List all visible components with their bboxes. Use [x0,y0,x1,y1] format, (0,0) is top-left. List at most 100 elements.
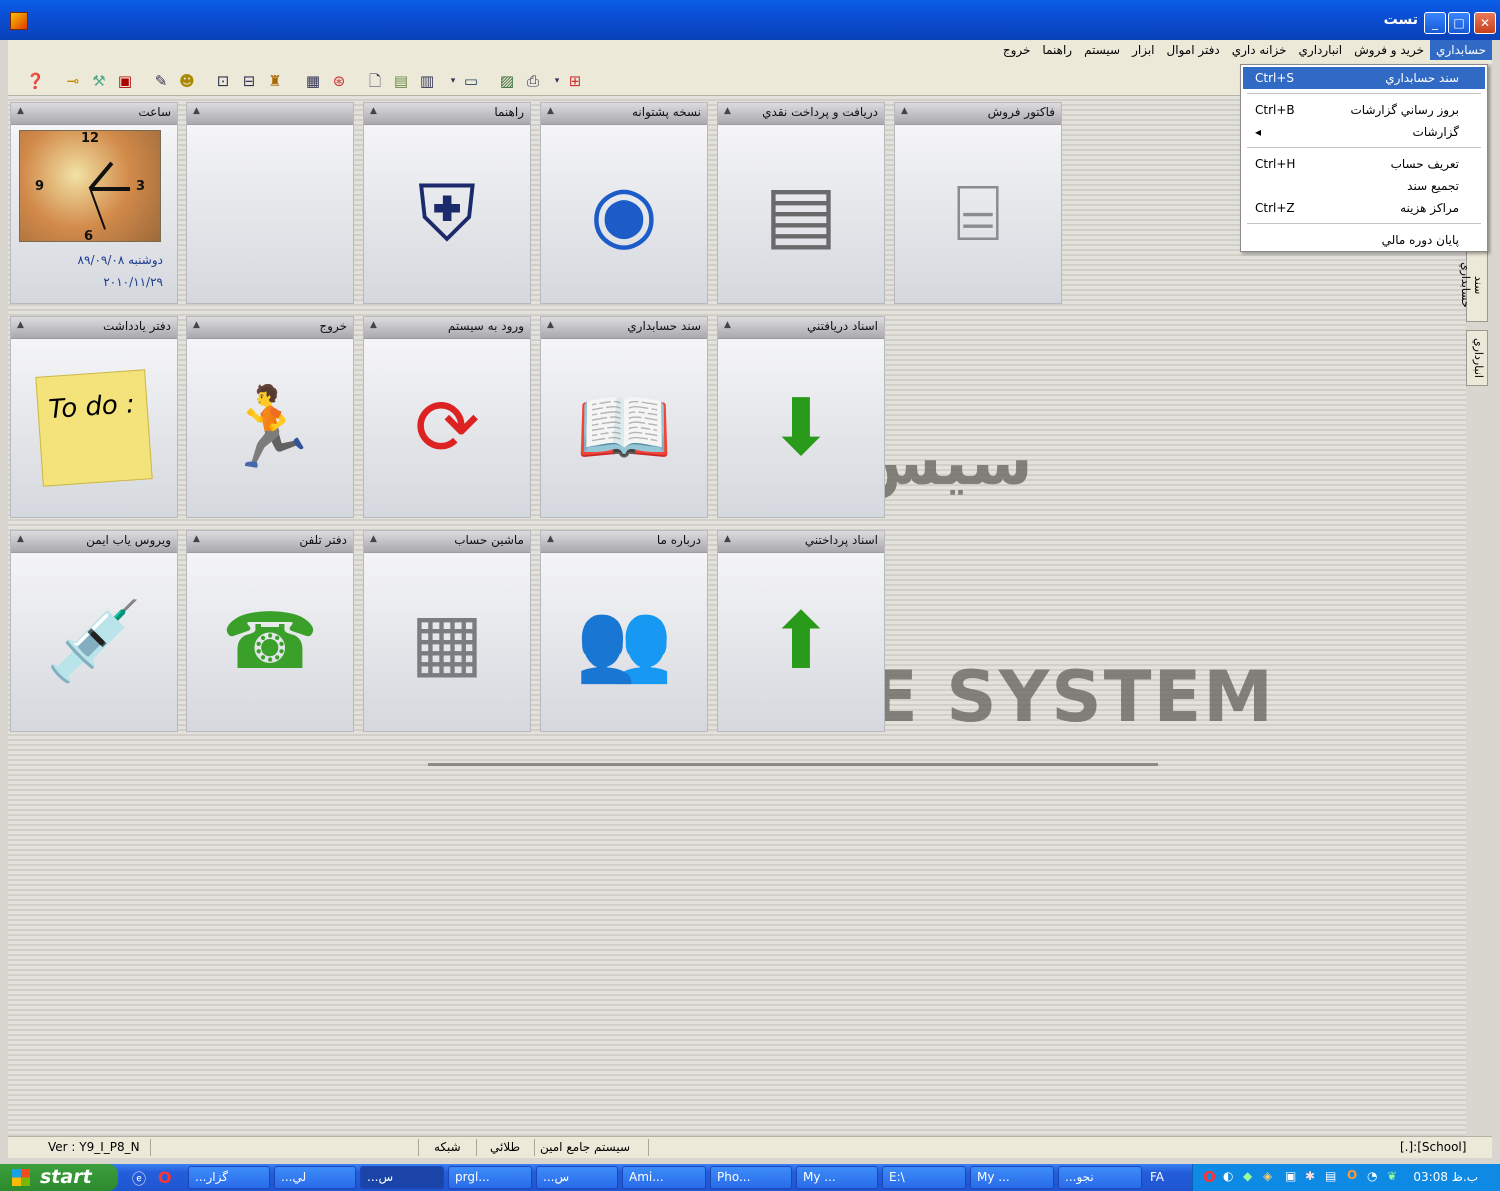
menu-item-reports[interactable]: گزارشات ◂ [1243,121,1485,143]
key-icon[interactable]: ⊸ [64,72,82,90]
next-icon[interactable]: ⊡ [214,72,232,90]
tile-empty[interactable]: ▲ [186,102,354,304]
menu-help[interactable]: راهنما [1036,40,1078,60]
collapse-icon[interactable]: ▲ [193,534,200,544]
tile-phonebook[interactable]: دفتر تلفن ▲ ☎ [186,530,354,732]
app-icon[interactable] [10,12,28,30]
menu-assets[interactable]: دفتر اموال [1161,40,1226,60]
side-tab-inventory[interactable]: انبارداري [1466,330,1488,386]
export-icon[interactable]: ▨ [498,72,516,90]
side-tab-voucher[interactable]: سند حسابداري [1459,248,1488,322]
tile-exit[interactable]: خروج ▲ 🏃 [186,316,354,518]
minimize-button[interactable]: _ [1424,12,1446,34]
lifebuoy-icon[interactable]: ⊛ [330,72,348,90]
taskbar-item[interactable]: My ... [796,1166,878,1189]
collapse-icon[interactable]: ▲ [724,320,731,330]
tile-clock[interactable]: ساعت ▲ 12 3 6 9 دوشنبه ۸۹/۰۹/۰۸ ۲۰۱۰/۱۱/۲… [10,102,178,304]
system-clock[interactable]: 03:08 ب.ظ [1413,1170,1478,1184]
menu-item-fiscal-year-end[interactable]: پايان دوره مالي [1243,229,1485,251]
taskbar-item[interactable]: ...س [360,1166,444,1189]
collapse-icon[interactable]: ▲ [17,320,24,330]
menu-item-define-account[interactable]: تعريف حساب Ctrl+H [1243,153,1485,175]
menu-tools[interactable]: ابزار [1126,40,1160,60]
edit-icon[interactable]: ✎ [152,72,170,90]
tile-login[interactable]: ورود به سيستم ▲ ⟳ [363,316,531,518]
tray-icon[interactable]: O [1347,1168,1357,1182]
menu-item-update-reports[interactable]: بروز رساني گزارشات Ctrl+B [1243,99,1485,121]
collapse-icon[interactable]: ▲ [17,106,24,116]
collapse-icon[interactable]: ▲ [193,320,200,330]
tray-icon[interactable]: ✱ [1305,1169,1315,1183]
taskbar-item[interactable]: Pho... [710,1166,792,1189]
collapse-icon[interactable]: ▲ [370,320,377,330]
collapse-icon[interactable]: ▲ [724,534,731,544]
tile-about[interactable]: درباره ما ▲ 👥 [540,530,708,732]
collapse-icon[interactable]: ▲ [370,106,377,116]
taskbar-item[interactable]: ...س [536,1166,618,1189]
tray-icon[interactable]: ▤ [1325,1169,1336,1183]
menu-item-cost-centers[interactable]: مراكز هزينه Ctrl+Z [1243,197,1485,219]
tile-help[interactable]: راهنما ▲ ⛨ [363,102,531,304]
taskbar-item[interactable]: ...لي [274,1166,356,1189]
close-button[interactable]: ✕ [1474,12,1496,34]
collapse-icon[interactable]: ▲ [547,320,554,330]
menu-system[interactable]: سيستم [1078,40,1126,60]
tray-icon[interactable]: ◔ [1367,1169,1377,1183]
help-icon[interactable]: ❓ [26,72,45,90]
tile-antivirus[interactable]: ويروس ياب ايمن ▲ 💉 [10,530,178,732]
window-icon[interactable]: ▭ [462,72,480,90]
collapse-icon[interactable]: ▲ [901,106,908,116]
tile-calculator[interactable]: ماشين حساب ▲ ▦ [363,530,531,732]
tray-icon[interactable]: ▣ [1285,1169,1296,1183]
ie-icon[interactable]: ⓔ [132,1169,146,1189]
menu-treasury[interactable]: خزانه داري [1226,40,1293,60]
maximize-button[interactable]: □ [1448,12,1470,34]
new-document-icon[interactable]: 🗋 [366,72,384,90]
tray-icon[interactable]: ◈ [1263,1169,1272,1183]
chevron-down-icon[interactable]: ▾ [548,72,566,90]
folder-icon[interactable]: ▤ [392,72,410,90]
tile-payables[interactable]: اسناد پرداختني ▲ ⬆ [717,530,885,732]
tray-icon[interactable]: ◐ [1223,1169,1233,1183]
tile-receivables[interactable]: اسناد دريافتني ▲ ⬇ [717,316,885,518]
tile-voucher[interactable]: سند حسابداري ▲ 📖 [540,316,708,518]
collapse-icon[interactable]: ▲ [547,534,554,544]
save-icon[interactable]: ▣ [116,72,134,90]
taskbar-item[interactable]: prgl... [448,1166,532,1189]
collapse-icon[interactable]: ▲ [17,534,24,544]
tile-invoice[interactable]: فاكتور فروش ▲ ⌸ [894,102,1062,304]
tile-cash[interactable]: دريافت و پرداخت نقدي ▲ ▤ [717,102,885,304]
language-indicator[interactable]: FA [1150,1170,1164,1184]
opera-tray-icon[interactable]: O [1203,1168,1216,1186]
tools-icon[interactable]: ⚒ [90,72,108,90]
print-icon[interactable]: ⎙ [524,72,542,90]
opera-icon[interactable]: O [158,1168,172,1187]
menu-exit[interactable]: خروج [997,40,1037,60]
menu-item-voucher[interactable]: سند حسابداري Ctrl+S [1243,67,1485,89]
taskbar-item[interactable]: ...نجو [1058,1166,1142,1189]
collapse-icon[interactable]: ▲ [370,534,377,544]
collapse-icon[interactable]: ▲ [547,106,554,116]
chevron-down-icon[interactable]: ▾ [444,72,462,90]
prev-icon[interactable]: ⊟ [240,72,258,90]
menu-item-merge-voucher[interactable]: تجميع سند [1243,175,1485,197]
tile-notes[interactable]: دفتر يادداشت ▲ To do : [10,316,178,518]
taskbar-item[interactable]: Ami... [622,1166,706,1189]
collapse-icon[interactable]: ▲ [193,106,200,116]
taskbar-item[interactable]: My ... [970,1166,1054,1189]
menu-inventory[interactable]: انبارداري [1293,40,1349,60]
table-icon[interactable]: ⊞ [566,72,584,90]
taskbar-item[interactable]: ...گزار [188,1166,270,1189]
users-icon[interactable]: ♜ [266,72,284,90]
menu-accounting[interactable]: حسابداري [1430,40,1492,60]
tray-icon[interactable]: ❦ [1387,1169,1397,1183]
people-icon[interactable]: ☻ [178,72,196,90]
taskbar-item[interactable]: E:\ [882,1166,966,1189]
calculator-icon[interactable]: ▦ [304,72,322,90]
collapse-icon[interactable]: ▲ [724,106,731,116]
start-button[interactable]: start [0,1164,118,1191]
report-icon[interactable]: ▥ [418,72,436,90]
menu-sales[interactable]: خريد و فروش [1348,40,1430,60]
tray-icon[interactable]: ◆ [1243,1169,1252,1183]
tile-backup[interactable]: نسخه پشتوانه ▲ ◉ [540,102,708,304]
